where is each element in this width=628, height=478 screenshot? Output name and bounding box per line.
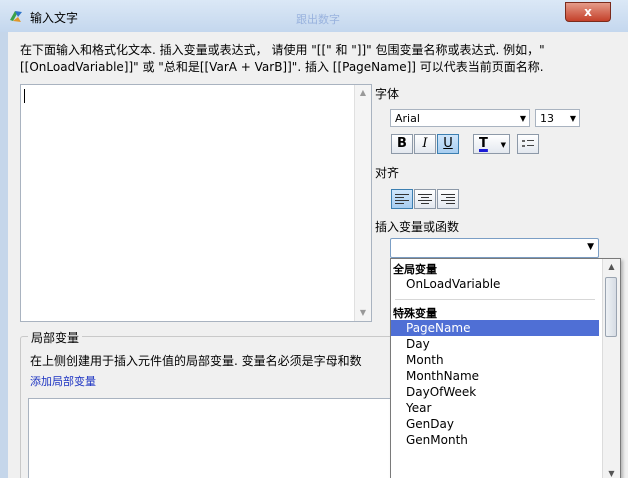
dropdown-group-global: 全局变量 bbox=[393, 263, 437, 276]
local-variables-description: 在上侧创建用于插入元件值的局部变量. 变量名必须是字母和数 bbox=[30, 354, 362, 368]
instructions-text: 在下面输入和格式化文本. 插入变量或表达式， 请使用 "[[" 和 "]]" 包… bbox=[20, 43, 545, 74]
scroll-up-arrow-icon[interactable]: ▲ bbox=[603, 259, 620, 275]
background-window-title: 跟出数字 bbox=[296, 13, 340, 26]
dropdown-item-year[interactable]: Year bbox=[391, 400, 599, 416]
chevron-down-icon: ▼ bbox=[587, 242, 594, 252]
dropdown-group-special: 特殊变量 bbox=[393, 307, 437, 320]
underline-button[interactable]: U bbox=[437, 134, 459, 154]
scroll-down-arrow-icon[interactable]: ▼ bbox=[355, 305, 371, 321]
font-color-icon: T bbox=[479, 136, 488, 151]
align-label: 对齐 bbox=[375, 166, 400, 180]
chevron-down-icon: ▼ bbox=[500, 141, 506, 149]
font-size-select[interactable]: 13 ▼ bbox=[535, 109, 580, 127]
align-right-icon bbox=[441, 194, 455, 204]
insert-variable-label: 插入变量或函数 bbox=[375, 220, 460, 234]
add-local-variable-link[interactable]: 添加局部变量 bbox=[30, 373, 96, 389]
dropdown-item-dayofweek[interactable]: DayOfWeek bbox=[391, 384, 599, 400]
dropdown-item-monthname[interactable]: MonthName bbox=[391, 368, 599, 384]
italic-button[interactable]: I bbox=[414, 134, 436, 154]
bold-icon: B bbox=[397, 136, 407, 151]
font-size-value: 13 bbox=[540, 112, 554, 125]
dropdown-scrollbar[interactable]: ▲ ▼ bbox=[602, 259, 620, 478]
font-family-select[interactable]: Arial ▼ bbox=[390, 109, 530, 127]
editor-scrollbar[interactable]: ▲ ▼ bbox=[354, 85, 371, 321]
close-button[interactable]: x bbox=[565, 2, 611, 22]
dropdown-item-pagename[interactable]: PageName bbox=[391, 320, 599, 336]
dialog-client: 在下面输入和格式化文本. 插入变量或表达式， 请使用 "[[" 和 "]]" 包… bbox=[8, 32, 628, 478]
bullet-list-icon bbox=[522, 140, 534, 147]
dropdown-item-genday[interactable]: GenDay bbox=[391, 416, 599, 432]
align-center-icon bbox=[418, 194, 432, 204]
local-variables-title: 局部变量 bbox=[28, 329, 83, 346]
dropdown-item-day[interactable]: Day bbox=[391, 336, 599, 352]
align-center-button[interactable] bbox=[414, 189, 436, 209]
font-family-value: Arial bbox=[395, 112, 420, 125]
dialog-window: 输入文字 跟出数字 x 在下面输入和格式化文本. 插入变量或表达式， 请使用 "… bbox=[0, 0, 628, 478]
scrollbar-thumb[interactable] bbox=[605, 277, 617, 337]
scroll-down-arrow-icon[interactable]: ▼ bbox=[603, 466, 620, 478]
font-color-button[interactable]: T ▼ bbox=[473, 134, 510, 154]
align-left-button[interactable] bbox=[391, 189, 413, 209]
close-icon: x bbox=[584, 5, 592, 19]
chevron-down-icon: ▼ bbox=[569, 114, 576, 123]
dropdown-separator bbox=[395, 299, 595, 300]
variable-dropdown-list[interactable]: 全局变量 OnLoadVariable 特殊变量 PageName Day Mo… bbox=[390, 258, 621, 478]
underline-icon: U bbox=[443, 136, 453, 151]
title-bar[interactable]: 输入文字 跟出数字 x bbox=[0, 0, 628, 32]
scroll-up-arrow-icon[interactable]: ▲ bbox=[355, 85, 371, 101]
text-editor[interactable]: ▲ ▼ bbox=[20, 84, 372, 322]
bullet-list-button[interactable] bbox=[517, 134, 539, 154]
dropdown-item-month[interactable]: Month bbox=[391, 352, 599, 368]
italic-icon: I bbox=[422, 136, 428, 151]
dropdown-item-onloadvariable[interactable]: OnLoadVariable bbox=[391, 276, 599, 292]
align-right-button[interactable] bbox=[437, 189, 459, 209]
app-icon bbox=[10, 11, 22, 22]
chevron-down-icon: ▼ bbox=[519, 114, 526, 123]
text-caret bbox=[24, 89, 25, 103]
font-label: 字体 bbox=[375, 87, 400, 101]
dropdown-item-genmonth[interactable]: GenMonth bbox=[391, 432, 599, 448]
bold-button[interactable]: B bbox=[391, 134, 413, 154]
insert-variable-combo[interactable]: ▼ bbox=[390, 238, 599, 258]
align-left-icon bbox=[395, 194, 409, 204]
window-title: 输入文字 bbox=[30, 11, 79, 25]
